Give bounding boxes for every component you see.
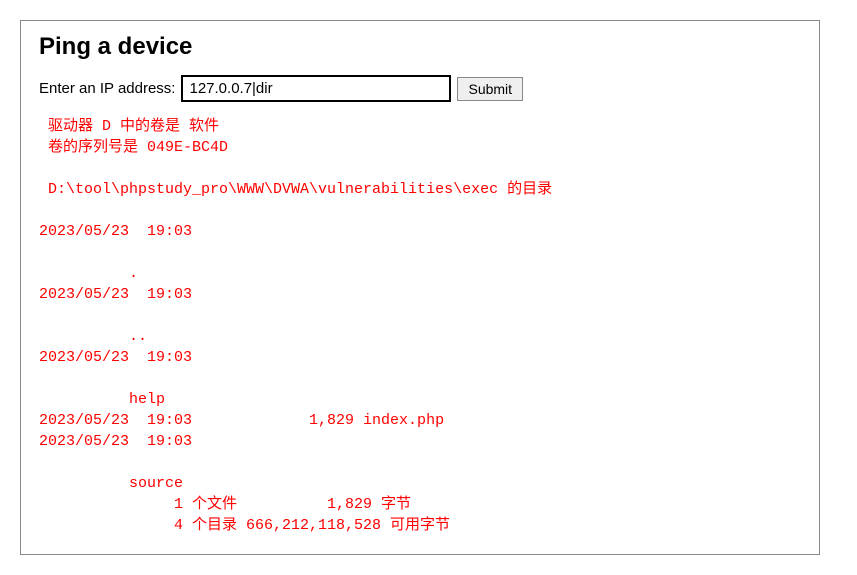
ping-panel: Ping a device Enter an IP address: Submi… [20, 20, 820, 555]
form-row: Enter an IP address: Submit [39, 75, 801, 102]
panel-title: Ping a device [39, 33, 801, 61]
ip-input[interactable] [181, 75, 451, 102]
ip-label: Enter an IP address: [39, 80, 175, 97]
command-output: 驱动器 D 中的卷是 软件 卷的序列号是 049E-BC4D D:\tool\p… [39, 116, 801, 536]
submit-button[interactable]: Submit [457, 77, 523, 101]
